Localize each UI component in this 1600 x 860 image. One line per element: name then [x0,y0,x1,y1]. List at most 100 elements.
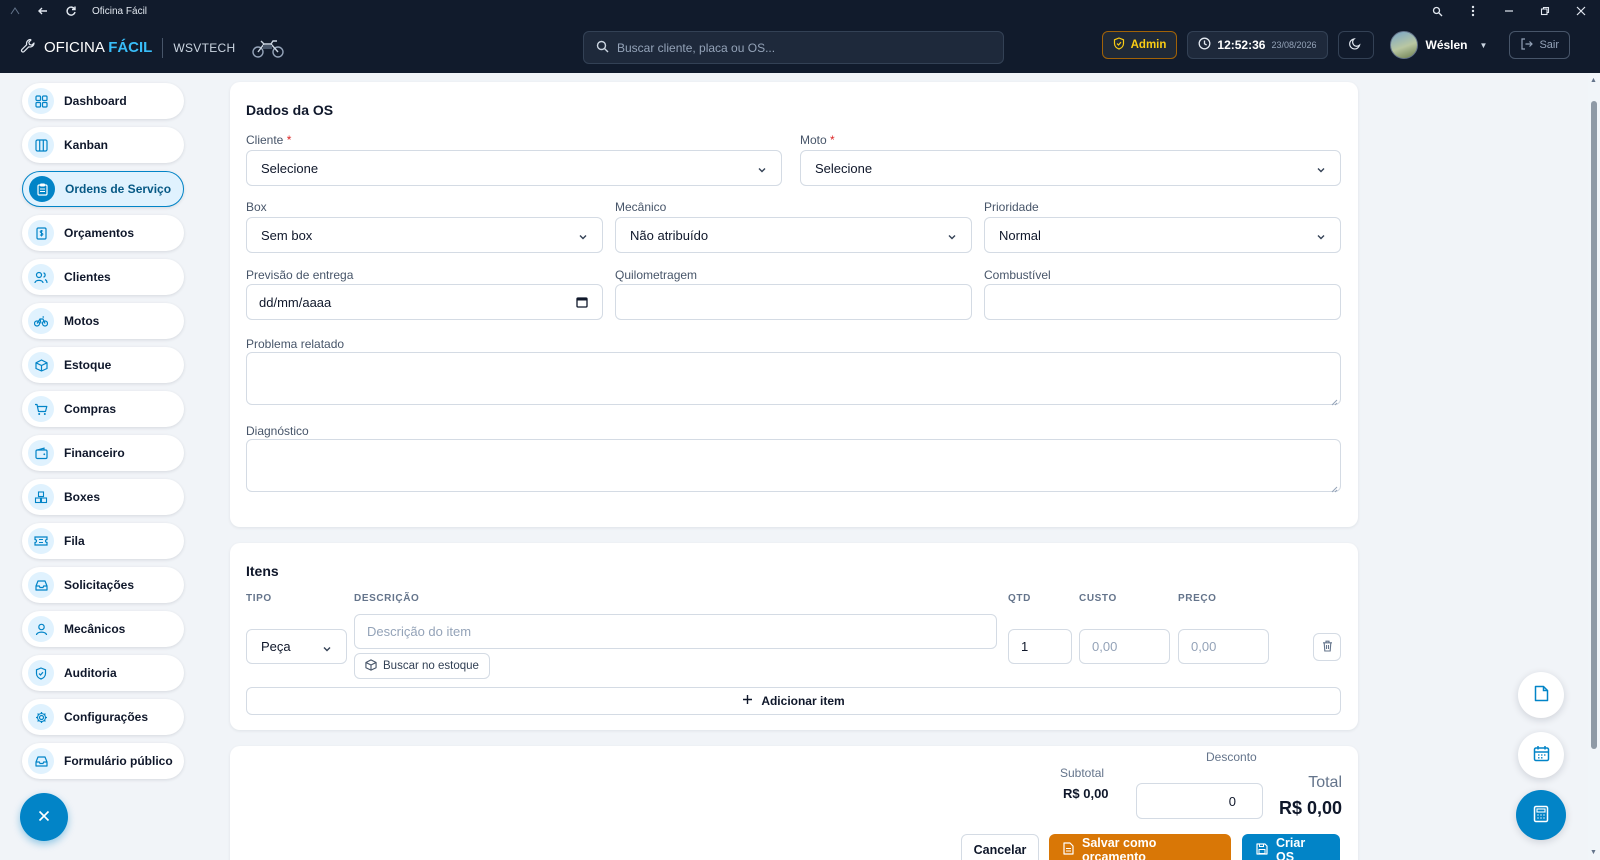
sidebar-item-dashboard[interactable]: Dashboard [22,83,184,119]
brand-accent: FÁCIL [108,39,153,56]
restore-icon[interactable] [1538,4,1552,18]
previsao-date-value: dd/mm/aaaa [259,294,332,310]
problema-textarea[interactable] [246,352,1341,406]
wrench-icon [20,38,36,58]
sidebar-item-label: Kanban [64,138,109,152]
delete-item-button[interactable] [1313,633,1341,661]
trash-icon [1322,640,1333,655]
global-search[interactable] [583,31,1004,64]
save-budget-button[interactable]: Salvar como orçamento [1049,834,1231,860]
sidebar-item-boxes[interactable]: Boxes [22,479,184,515]
desconto-input[interactable]: 0 [1136,783,1263,819]
previsao-date-input[interactable]: dd/mm/aaaa [246,284,603,320]
back-arrow-icon[interactable] [36,4,50,18]
resize-grip-icon[interactable] [1330,481,1338,493]
resize-grip-icon[interactable] [1330,394,1338,406]
chevron-down-icon [578,230,588,240]
os-data-card: Dados da OS Cliente * Selecione Moto * S… [230,82,1358,527]
logout-button[interactable]: Sair [1509,31,1570,59]
inbox-icon [28,572,54,598]
item-custo-input[interactable]: 0,00 [1079,629,1170,664]
save-budget-label: Salvar como orçamento [1082,836,1157,860]
sidebar-item-label: Formulário público [64,754,173,768]
chevron-down-icon [947,230,957,240]
sidebar-item-estoque[interactable]: Estoque [22,347,184,383]
diagnostico-textarea[interactable] [246,439,1341,493]
calculator-button[interactable] [1516,790,1566,840]
sidebar-item-configuracoes[interactable]: Configurações [22,699,184,735]
clock-icon [1198,37,1211,53]
scroll-up-icon[interactable]: ▲ [1590,77,1597,84]
item-descricao-input[interactable]: Descrição do item [354,614,997,649]
scrollbar-thumb[interactable] [1591,101,1597,749]
brand-divider [162,37,164,58]
cancel-button[interactable]: Cancelar [961,834,1039,860]
prioridade-label: Prioridade [984,200,1039,214]
search-input[interactable] [617,40,977,55]
close-window-icon[interactable] [1574,4,1588,18]
shield-icon [28,660,54,686]
role-badge[interactable]: Admin [1101,31,1178,59]
combustivel-input[interactable] [984,284,1341,320]
mecanico-select[interactable]: Não atribuído [615,217,972,253]
box-select[interactable]: Sem box [246,217,603,253]
create-os-button[interactable]: Criar OS [1242,834,1340,860]
buscar-estoque-button[interactable]: Buscar no estoque [354,653,490,679]
moto-label: Moto * [800,133,835,147]
cliente-select[interactable]: Selecione [246,150,782,186]
new-document-button[interactable] [1518,672,1564,718]
gear-icon [28,704,54,730]
inbox-icon [28,748,54,774]
more-vertical-icon[interactable] [1466,4,1480,18]
logout-icon [1520,37,1534,53]
minimize-icon[interactable] [1502,4,1516,18]
mecanico-label: Mecânico [615,200,667,214]
clock: 12:52:36 23/08/2026 [1187,31,1328,59]
package-icon [28,352,54,378]
user-menu[interactable]: Wéslen ▼ [1389,31,1488,59]
sidebar-item-label: Motos [64,314,100,328]
item-preco-input[interactable]: 0,00 [1178,629,1269,664]
item-tipo-select[interactable]: Peça [246,629,347,664]
quilometragem-input[interactable] [615,284,972,320]
chevron-down-icon [757,163,767,173]
sidebar-item-compras[interactable]: Compras [22,391,184,427]
sidebar-item-financeiro[interactable]: Financeiro [22,435,184,471]
prioridade-select-value: Normal [999,227,1041,243]
sidebar-item-label: Ordens de Serviço [65,182,172,196]
clock-time: 12:52:36 [1217,38,1266,52]
theme-toggle-button[interactable] [1337,31,1374,59]
zoom-icon[interactable] [1430,4,1444,18]
brand[interactable]: OFICINA FÁCIL [0,38,152,58]
mecanico-select-value: Não atribuído [630,227,709,243]
column-header-tipo: TIPO [246,593,272,604]
sidebar-item-formulario-publico[interactable]: Formulário público [22,743,184,779]
sidebar-item-label: Boxes [64,490,101,504]
reload-icon[interactable] [64,4,78,18]
item-qtd-input[interactable]: 1 [1008,629,1072,664]
caret-down-icon: ▼ [1479,40,1488,50]
sidebar-item-label: Financeiro [64,446,125,460]
sidebar-item-mecanicos[interactable]: Mecânicos [22,611,184,647]
sidebar-item-auditoria[interactable]: Auditoria [22,655,184,691]
sidebar-item-ordens-de-servico[interactable]: Ordens de Serviço [22,171,184,207]
calendar-button[interactable] [1518,732,1564,778]
page-scrollbar[interactable]: ▲ ▼ [1588,73,1600,860]
diagnostico-label: Diagnóstico [246,424,309,438]
quilometragem-label: Quilometragem [615,268,698,282]
moto-select[interactable]: Selecione [800,150,1341,186]
sidebar-item-fila[interactable]: Fila [22,523,184,559]
subtotal-label: Subtotal [1060,766,1105,780]
sidebar-item-clientes[interactable]: Clientes [22,259,184,295]
cart-icon [28,396,54,422]
add-item-button[interactable]: Adicionar item [246,687,1341,715]
sidebar-item-kanban[interactable]: Kanban [22,127,184,163]
sidebar-item-motos[interactable]: Motos [22,303,184,339]
sidebar-item-orcamentos[interactable]: Orçamentos [22,215,184,251]
prioridade-select[interactable]: Normal [984,217,1341,253]
calendar-icon[interactable] [576,296,588,308]
close-menu-button[interactable] [20,793,68,841]
sidebar-item-solicitacoes[interactable]: Solicitações [22,567,184,603]
scroll-down-icon[interactable]: ▼ [1590,849,1597,856]
save-icon [1256,842,1268,858]
